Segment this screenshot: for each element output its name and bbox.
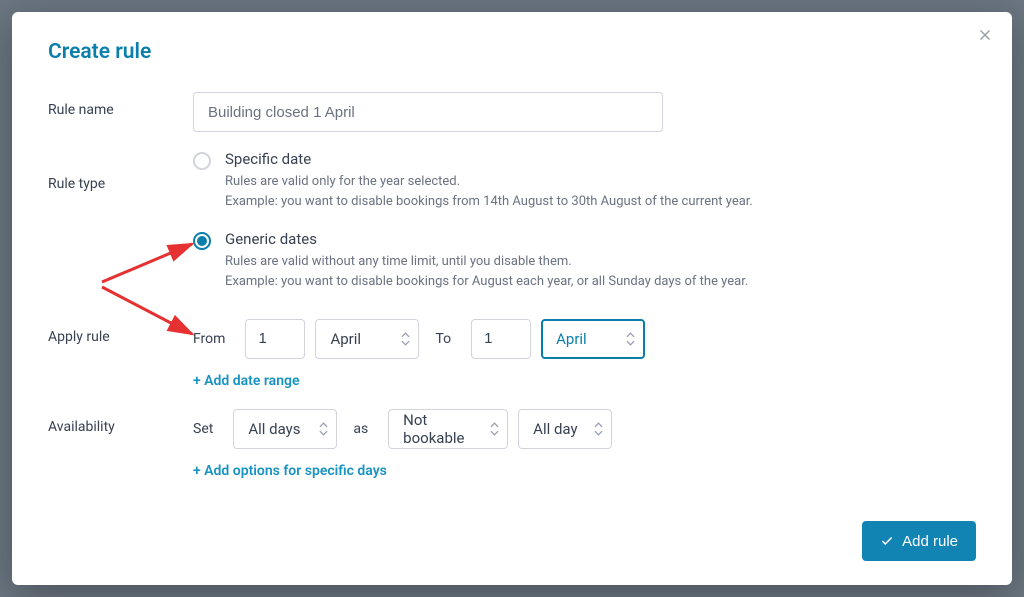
from-month-select[interactable]: April	[315, 319, 419, 359]
modal-footer: Add rule	[48, 521, 976, 561]
add-date-range-link[interactable]: + Add date range	[193, 373, 300, 389]
generic-dates-title: Generic dates	[225, 230, 748, 248]
to-day-input[interactable]	[471, 319, 531, 359]
chevron-updown-icon	[594, 422, 603, 436]
days-select[interactable]: All days	[233, 409, 337, 449]
specific-date-desc2: Example: you want to disable bookings fr…	[225, 192, 753, 212]
time-select[interactable]: All day	[518, 409, 612, 449]
chevron-updown-icon	[490, 422, 499, 436]
chevron-updown-icon	[626, 332, 635, 346]
add-options-link[interactable]: + Add options for specific days	[193, 463, 387, 479]
specific-date-desc1: Rules are valid only for the year select…	[225, 172, 753, 192]
label-rule-name: Rule name	[48, 92, 193, 118]
add-rule-button[interactable]: Add rule	[862, 521, 976, 561]
specific-date-title: Specific date	[225, 150, 753, 168]
check-icon	[880, 534, 894, 548]
label-rule-type: Rule type	[48, 150, 193, 192]
from-label: From	[193, 331, 225, 347]
as-label: as	[353, 421, 368, 437]
generic-dates-desc2: Example: you want to disable bookings fo…	[225, 272, 748, 292]
label-apply-rule: Apply rule	[48, 319, 193, 345]
radio-specific-date[interactable]	[193, 152, 211, 170]
generic-dates-desc1: Rules are valid without any time limit, …	[225, 252, 748, 272]
close-icon[interactable]	[976, 26, 996, 46]
to-label: To	[435, 331, 451, 347]
rule-name-input[interactable]	[193, 92, 663, 132]
radio-generic-dates[interactable]	[193, 232, 211, 250]
chevron-updown-icon	[319, 422, 328, 436]
row-apply-rule: Apply rule From April To April	[48, 319, 976, 389]
row-rule-name: Rule name	[48, 92, 976, 132]
label-availability: Availability	[48, 409, 193, 435]
from-day-input[interactable]	[245, 319, 305, 359]
chevron-updown-icon	[401, 332, 410, 346]
option-generic-dates[interactable]: Generic dates Rules are valid without an…	[193, 230, 976, 292]
row-rule-type: Rule type Specific date Rules are valid …	[48, 150, 976, 293]
set-label: Set	[193, 421, 213, 437]
row-availability: Availability Set All days as Not bookabl…	[48, 409, 976, 479]
create-rule-modal: Create rule Rule name Rule type Specific…	[12, 12, 1012, 585]
to-month-select[interactable]: April	[541, 319, 645, 359]
option-specific-date[interactable]: Specific date Rules are valid only for t…	[193, 150, 976, 212]
bookable-select[interactable]: Not bookable	[388, 409, 508, 449]
modal-title: Create rule	[48, 40, 976, 64]
